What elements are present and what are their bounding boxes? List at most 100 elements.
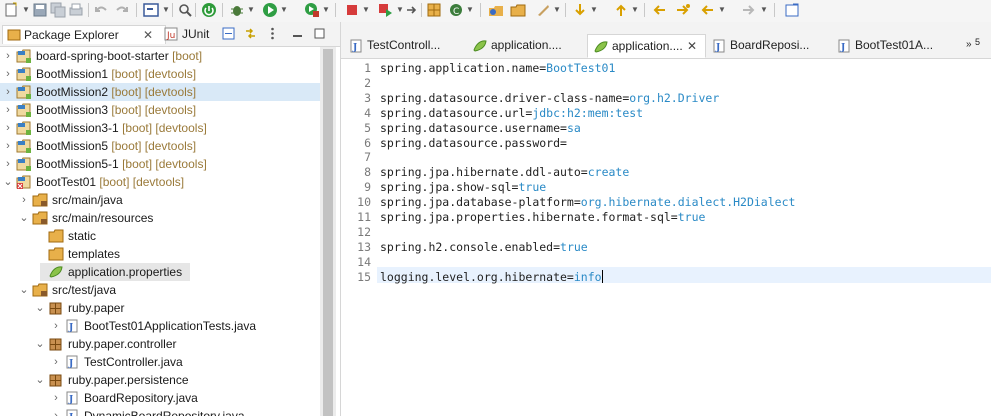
scrollbar-thumb[interactable] xyxy=(323,49,333,416)
tree-item[interactable]: › BootMission5-1 [boot] [devtools] xyxy=(0,155,320,173)
tab-junit[interactable]: Ju JUnit xyxy=(164,25,224,43)
undo-icon[interactable] xyxy=(93,2,109,18)
chevron-down-icon[interactable]: ▼ xyxy=(760,5,768,14)
chevron-down-icon[interactable]: ▼ xyxy=(718,5,726,14)
chevron-down-icon[interactable]: ⌄ xyxy=(19,209,29,227)
search-icon[interactable] xyxy=(177,2,193,18)
chevron-down-icon[interactable]: ▼ xyxy=(22,5,30,14)
edit-icon[interactable] xyxy=(535,2,551,18)
editor-tab[interactable]: application.... ✕ xyxy=(587,34,706,58)
open-folder-icon[interactable] xyxy=(510,2,526,18)
chevron-right-icon[interactable]: › xyxy=(3,47,13,65)
collapse-all-icon[interactable] xyxy=(222,27,235,40)
minimize-icon[interactable] xyxy=(291,27,304,40)
chevron-down-icon[interactable]: ⌄ xyxy=(19,281,29,299)
tree-item[interactable]: › src/main/java xyxy=(0,191,320,209)
close-icon[interactable]: ✕ xyxy=(687,35,697,57)
new-icon[interactable] xyxy=(4,2,20,18)
forward-icon[interactable] xyxy=(740,2,756,18)
tree-item[interactable]: ⌄ ruby.paper xyxy=(0,299,320,317)
chevron-down-icon[interactable]: ▼ xyxy=(280,5,288,14)
spring-boot-dashboard-icon[interactable] xyxy=(201,2,217,18)
editor-tab[interactable]: J BootTest01A... xyxy=(831,34,951,56)
tree-item[interactable]: ⌄ ruby.paper.persistence xyxy=(0,371,320,389)
open-type-icon[interactable] xyxy=(488,2,504,18)
editor-tab[interactable]: J BoardReposi... xyxy=(706,34,829,56)
chevron-right-icon[interactable]: › xyxy=(51,407,61,416)
chevron-right-icon[interactable]: › xyxy=(3,155,13,173)
print-icon[interactable] xyxy=(68,2,84,18)
chevron-down-icon[interactable]: ▼ xyxy=(590,5,598,14)
tree-item[interactable]: › J BootTest01ApplicationTests.java xyxy=(0,317,320,335)
link-with-editor-icon[interactable] xyxy=(244,27,257,40)
pin-editor-icon[interactable] xyxy=(784,2,800,18)
prev-annotation-icon[interactable] xyxy=(613,2,629,18)
chevron-down-icon[interactable]: ▼ xyxy=(162,5,170,14)
redo-icon[interactable] xyxy=(114,2,130,18)
tree-item[interactable]: › J BoardRepository.java xyxy=(0,389,320,407)
maximize-icon[interactable] xyxy=(313,27,326,40)
properties-editor[interactable]: 1 spring.application.name=BootTest01 2 3 spr… xyxy=(341,59,991,416)
chevron-right-icon[interactable]: › xyxy=(3,137,13,155)
new-java-class-icon[interactable]: C xyxy=(448,2,464,18)
chevron-down-icon[interactable]: ▼ xyxy=(553,5,561,14)
chevron-down-icon[interactable]: ▼ xyxy=(466,5,474,14)
last-edit-icon[interactable] xyxy=(652,2,668,18)
chevron-down-icon[interactable]: ▼ xyxy=(247,5,255,14)
terminal-icon[interactable] xyxy=(143,2,159,18)
back-icon[interactable] xyxy=(700,2,716,18)
chevron-right-icon[interactable]: › xyxy=(3,65,13,83)
close-icon[interactable]: ✕ xyxy=(143,26,153,44)
chevron-down-icon[interactable]: ▼ xyxy=(396,5,404,14)
tree-item[interactable]: static xyxy=(0,227,320,245)
tree-item[interactable]: › BootMission1 [boot] [devtools] xyxy=(0,65,320,83)
tree-item[interactable]: › BootMission3-1 [boot] [devtools] xyxy=(0,119,320,137)
chevron-right-icon[interactable]: › xyxy=(51,317,61,335)
tree-item[interactable]: › BootMission3 [boot] [devtools] xyxy=(0,101,320,119)
grid-icon[interactable] xyxy=(426,2,442,18)
chevron-down-icon[interactable]: ⌄ xyxy=(35,335,45,353)
tree-item-name: ruby.paper.controller xyxy=(68,337,177,351)
tree-item[interactable]: templates xyxy=(0,245,320,263)
stop-icon[interactable] xyxy=(344,2,360,18)
tree-item[interactable]: ⌄ src/main/resources xyxy=(0,209,320,227)
chevron-down-icon[interactable]: ⌄ xyxy=(35,371,45,389)
chevron-right-icon[interactable]: › xyxy=(19,191,29,209)
java-file-icon: J xyxy=(64,391,80,405)
chevron-down-icon[interactable]: ▼ xyxy=(322,5,330,14)
run-icon[interactable] xyxy=(262,2,278,18)
debug-icon[interactable] xyxy=(229,2,245,18)
tree-item[interactable]: ⌄ ruby.paper.controller xyxy=(0,335,320,353)
tree-item[interactable]: application.properties xyxy=(40,263,190,281)
relaunch-icon[interactable] xyxy=(378,2,394,18)
view-menu-icon[interactable] xyxy=(266,27,279,40)
chevron-down-icon[interactable]: ▼ xyxy=(362,5,370,14)
back-edit-icon[interactable] xyxy=(675,2,691,18)
tree-item[interactable]: ›J DynamicBoardRepository.java xyxy=(0,407,320,416)
chevron-right-icon[interactable]: › xyxy=(3,119,13,137)
boot-project-icon xyxy=(16,103,32,117)
chevron-right-icon[interactable]: › xyxy=(51,389,61,407)
next-annotation-icon[interactable] xyxy=(572,2,588,18)
save-all-icon[interactable] xyxy=(50,2,66,18)
save-icon[interactable] xyxy=(32,2,48,18)
chevron-right-icon[interactable]: › xyxy=(51,353,61,371)
boot-project-icon xyxy=(16,139,32,153)
tab-package-explorer[interactable]: Package Explorer ✕ xyxy=(2,25,166,44)
chevron-down-icon[interactable]: ⌄ xyxy=(35,299,45,317)
tree-item[interactable]: › J TestController.java xyxy=(0,353,320,371)
tree-item[interactable]: › BootMission2 [boot] [devtools] xyxy=(0,83,320,101)
editor-tab[interactable]: application.... xyxy=(467,34,585,56)
editor-tab[interactable]: J TestControll... xyxy=(343,34,465,56)
chevron-down-icon[interactable]: ▼ xyxy=(631,5,639,14)
step-icon[interactable] xyxy=(404,2,420,18)
tab-overflow-indicator[interactable]: » 5 xyxy=(966,34,986,56)
tree-item[interactable]: ⌄ BootTest01 [boot] [devtools] xyxy=(0,173,320,191)
tree-item[interactable]: › board-spring-boot-starter [boot] xyxy=(0,47,320,65)
tree-item[interactable]: ⌄ src/test/java xyxy=(0,281,320,299)
chevron-right-icon[interactable]: › xyxy=(3,83,13,101)
chevron-down-icon[interactable]: ⌄ xyxy=(3,173,13,191)
run-external-tools-icon[interactable] xyxy=(304,2,320,18)
tree-item[interactable]: › BootMission5 [boot] [devtools] xyxy=(0,137,320,155)
chevron-right-icon[interactable]: › xyxy=(3,101,13,119)
